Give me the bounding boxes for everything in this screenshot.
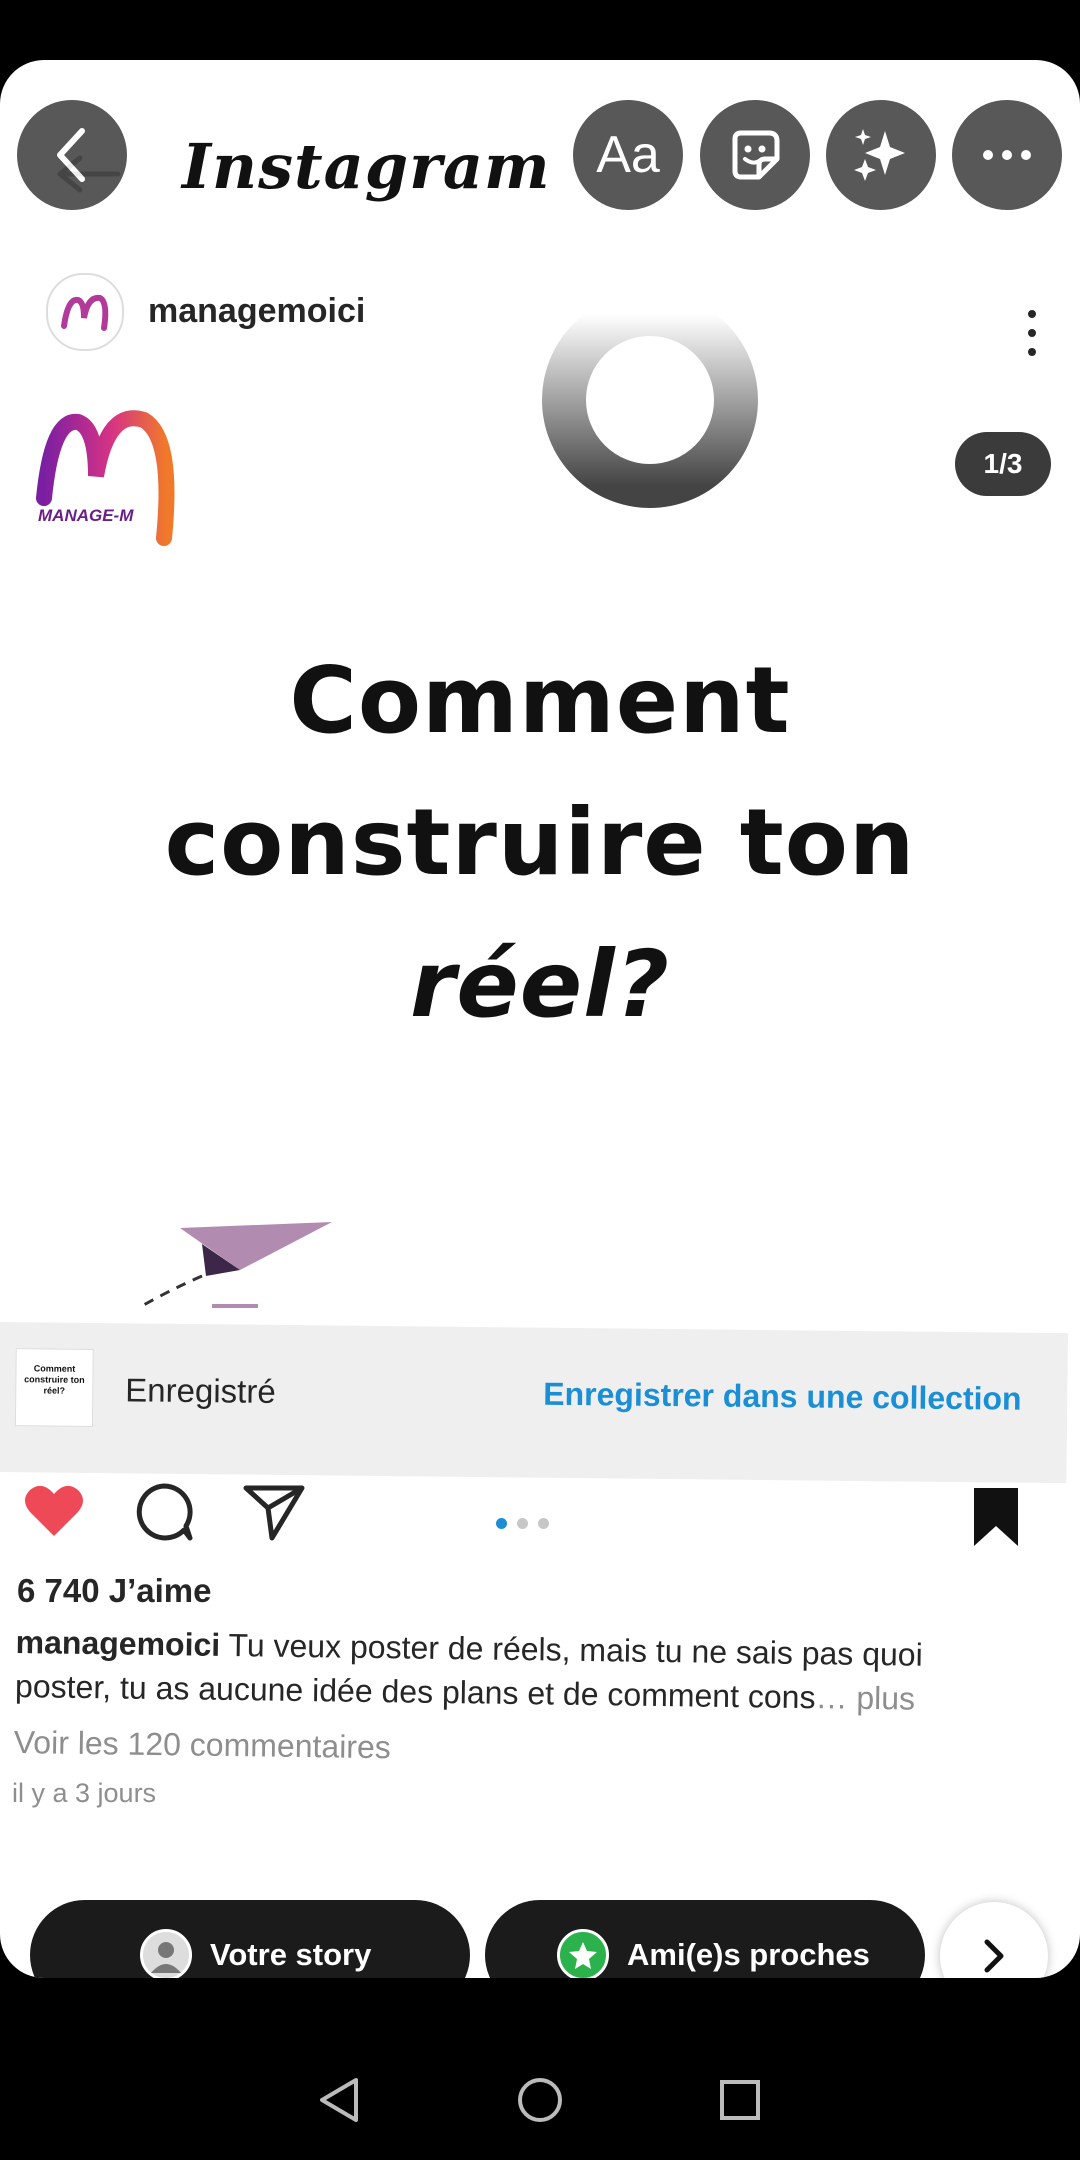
caption-more-link[interactable]: plus: [856, 1680, 915, 1717]
brand-logo: MANAGE-M: [34, 398, 184, 548]
save-to-collection-link[interactable]: Enregistrer dans une collection: [543, 1376, 1022, 1418]
post-share-card: Instagram Aa managemoici MANAGE-M 1/3 Co…: [0, 60, 1080, 1978]
chevron-right-icon: [984, 1939, 1004, 1973]
instagram-logo: Instagram: [182, 130, 551, 203]
close-friends-badge: [557, 1929, 609, 1978]
your-story-label: Votre story: [210, 1937, 372, 1972]
sparkles-icon: [854, 129, 905, 181]
post-image[interactable]: MANAGE-M 1/3 Comment construire ton réel…: [0, 292, 1080, 1320]
star-icon: [569, 1942, 597, 1969]
carousel-dot: [538, 1518, 549, 1529]
close-friends-label: Ami(e)s proches: [627, 1937, 870, 1972]
sticker-tool-button[interactable]: [700, 100, 810, 210]
user-photo-icon: [151, 1942, 181, 1973]
headline-line-3: réel?: [409, 931, 671, 1038]
your-story-button[interactable]: Votre story: [30, 1900, 470, 1978]
slide-counter-badge: 1/3: [955, 432, 1051, 496]
saved-confirmation-bar: Comment construire ton réel? Enregistré …: [0, 1322, 1068, 1484]
brand-logo-text: MANAGE-M: [38, 506, 134, 525]
carousel-indicator: [496, 1516, 559, 1534]
likes-count[interactable]: 6 740 J’aime: [17, 1572, 212, 1610]
saved-thumbnail[interactable]: Comment construire ton réel?: [14, 1348, 94, 1427]
text-tool-button[interactable]: Aa: [573, 100, 683, 210]
post-headline: Comment construire ton réel?: [100, 630, 980, 1056]
post-username[interactable]: managemoici: [148, 292, 365, 331]
caption-ellipsis: …: [815, 1679, 848, 1716]
share-icon[interactable]: [242, 1480, 306, 1544]
chevron-left-icon: [57, 128, 85, 182]
text-tool-label: Aa: [596, 126, 660, 184]
bookmark-filled-icon[interactable]: [964, 1486, 1028, 1550]
headline-line-2: construire ton: [164, 789, 916, 896]
sticker-icon: [732, 130, 780, 180]
post-timestamp: il y a 3 jours: [12, 1778, 157, 1808]
comment-icon[interactable]: [132, 1480, 196, 1544]
send-next-button[interactable]: [940, 1902, 1048, 1978]
more-horizontal-icon: [983, 150, 1031, 160]
carousel-dot: [517, 1518, 528, 1529]
saved-label: Enregistré: [125, 1371, 276, 1410]
story-avatar: [140, 1929, 192, 1978]
effects-tool-button[interactable]: [826, 100, 936, 210]
post-actions: [0, 1480, 1080, 1580]
brand-avatar-icon: [61, 294, 109, 331]
more-tool-button[interactable]: [952, 100, 1062, 210]
close-friends-button[interactable]: Ami(e)s proches: [485, 1900, 925, 1978]
view-comments-link[interactable]: Voir les 120 commentaires: [13, 1724, 391, 1766]
close-button[interactable]: [17, 100, 127, 210]
post-avatar[interactable]: [46, 273, 124, 351]
caption-username[interactable]: managemoici: [15, 1624, 220, 1663]
home-circle-icon[interactable]: [512, 2072, 568, 2128]
headline-line-1: Comment: [289, 647, 791, 754]
recents-square-icon[interactable]: [712, 2072, 768, 2128]
decorative-ring: [542, 292, 758, 508]
post-caption: managemoici Tu veux poster de réels, mai…: [15, 1620, 1026, 1722]
back-triangle-icon[interactable]: [312, 2072, 368, 2128]
system-navigation-bar: [0, 2040, 1080, 2160]
carousel-dot-active: [496, 1518, 507, 1529]
heart-icon[interactable]: [22, 1480, 86, 1544]
paper-plane-illustration: [141, 1222, 332, 1308]
post-options-icon[interactable]: [1028, 310, 1038, 356]
